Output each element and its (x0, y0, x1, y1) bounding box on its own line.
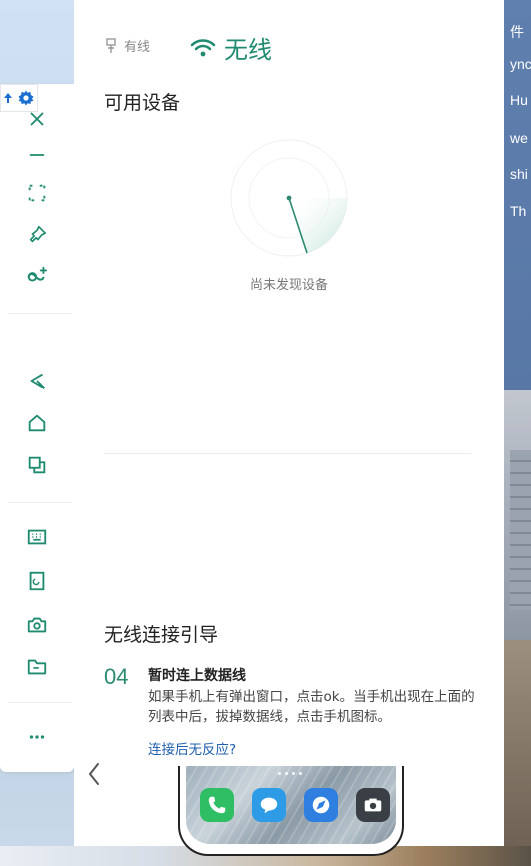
step-title: 暂时连上数据线 (148, 668, 246, 684)
background-text: 件 (510, 24, 524, 40)
messages-app-icon (252, 788, 286, 822)
recent-apps-icon[interactable] (20, 450, 54, 480)
background-text: we (510, 130, 528, 146)
toolbar-header (0, 84, 38, 112)
step-number: 04 (104, 664, 129, 689)
pin-icon[interactable] (20, 220, 54, 250)
no-response-help-link[interactable]: 连接后无反应? (148, 738, 236, 758)
keyboard-icon[interactable] (20, 522, 54, 552)
screen-lock-icon[interactable] (20, 566, 54, 596)
screenshot-icon[interactable] (20, 610, 54, 640)
phone-app-icon (200, 788, 234, 822)
fullscreen-icon[interactable] (20, 178, 54, 208)
section-divider (104, 453, 471, 454)
browser-app-icon (304, 788, 338, 822)
wifi-icon (190, 38, 216, 56)
phone-illustration (178, 766, 404, 856)
folder-icon[interactable] (20, 652, 54, 682)
phone-screen (186, 766, 396, 844)
more-icon[interactable] (20, 722, 54, 752)
toolbar-divider (8, 502, 72, 503)
back-icon[interactable] (20, 366, 54, 396)
guide-title: 无线连接引导 (104, 624, 219, 646)
toolbar-divider (8, 313, 72, 314)
page-indicator-dots (278, 772, 302, 775)
connection-panel: 有线 无线 可用设备 尚未发现设备 无线连接引导 04 暂时连上数据线 如果手机… (74, 0, 504, 856)
background-text: Hu (510, 92, 528, 108)
usb-plug-icon (106, 37, 116, 53)
empty-state-text: 尚未发现设备 (249, 278, 328, 293)
background-text: Th (510, 203, 527, 219)
home-icon[interactable] (20, 408, 54, 438)
tab-wired-label: 有线 (124, 40, 151, 55)
background-building-windows (510, 450, 531, 610)
background-text: shi (510, 166, 528, 182)
tab-wired[interactable]: 有线 (104, 36, 150, 55)
step-description: 如果手机上有弹出窗口，点击ok。当手机出现在上面的列表中后，拔掉数据线，点击手机… (148, 689, 475, 725)
settings-gear-icon[interactable] (17, 89, 35, 107)
multi-screen-icon[interactable] (20, 260, 54, 290)
background-text: ync (510, 56, 531, 72)
toolbar-divider (8, 702, 72, 703)
tab-wireless-label: 无线 (224, 36, 272, 64)
minimize-icon[interactable] (20, 140, 54, 170)
camera-app-icon (356, 788, 390, 822)
radar-scan-icon (230, 139, 348, 257)
mirror-toolbar (0, 84, 74, 772)
previous-step-chevron-icon[interactable] (84, 760, 104, 788)
tab-wireless[interactable]: 无线 (190, 30, 272, 65)
available-devices-title: 可用设备 (104, 92, 181, 114)
expand-icon[interactable] (3, 91, 13, 105)
background-ground (504, 640, 531, 866)
